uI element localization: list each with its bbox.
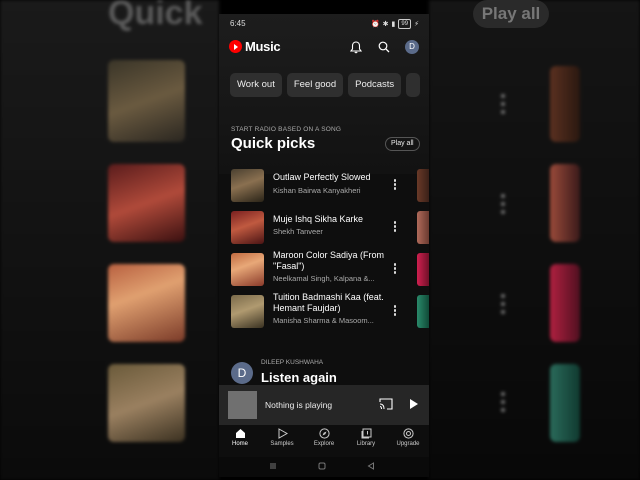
more-options-icon[interactable]	[391, 305, 399, 317]
background-thumb	[108, 364, 185, 442]
next-column-thumb	[417, 211, 429, 244]
background-play-all: Play all	[473, 0, 549, 28]
charging-icon: ⚡	[414, 21, 419, 28]
mini-player[interactable]: Nothing is playing	[219, 385, 429, 425]
background-thumb	[550, 66, 580, 142]
nav-label: Library	[356, 441, 376, 447]
quick-picks-subtitle: START RADIO BASED ON A SONG	[231, 126, 342, 133]
system-nav-bar	[219, 457, 429, 477]
song-row[interactable]: Outlaw Perfectly Slowed Kishan Bairwa Ka…	[219, 165, 429, 205]
song-thumbnail	[231, 169, 264, 202]
song-thumbnail	[231, 253, 264, 286]
cast-icon[interactable]	[379, 398, 393, 410]
background-thumb	[550, 264, 580, 342]
song-artist: Neelkamal Singh, Kalpana &...	[273, 274, 375, 283]
more-options-icon[interactable]	[391, 179, 399, 191]
listen-again-subtitle: DILEEP KUSHWAHA	[261, 359, 324, 366]
background-thumb	[550, 164, 580, 242]
chip-more[interactable]	[406, 73, 421, 97]
song-title: Outlaw Perfectly Slowed	[273, 172, 371, 182]
samples-icon	[278, 428, 288, 439]
search-icon	[378, 41, 390, 53]
back-icon[interactable]	[367, 462, 375, 470]
listen-again-title: Listen again	[261, 370, 337, 385]
chip-podcasts[interactable]: Podcasts	[348, 73, 402, 97]
status-icons: ⏰ ✱ ▮ 99 ⚡	[371, 19, 419, 29]
nav-label: Explore	[313, 441, 335, 447]
background-thumb	[108, 60, 185, 142]
nav-explore[interactable]: Explore	[303, 428, 345, 447]
song-artist: Manisha Sharma & Masoom...	[273, 316, 374, 325]
background-right	[429, 0, 640, 480]
background-left: Quick	[0, 0, 219, 480]
background-more-icon	[501, 294, 505, 318]
bluetooth-icon: ✱	[382, 21, 389, 28]
mini-player-thumbnail	[228, 391, 257, 419]
youtube-music-logo-icon	[229, 40, 242, 53]
song-thumbnail	[231, 211, 264, 244]
more-options-icon[interactable]	[391, 263, 399, 275]
signal-icon: ▮	[391, 21, 396, 28]
background-more-icon	[501, 392, 505, 416]
mini-player-status: Nothing is playing	[265, 400, 333, 410]
play-all-button[interactable]: Play all	[385, 137, 420, 151]
song-row[interactable]: Muje Ishq Sikha Karke Shekh Tanveer	[219, 207, 429, 247]
background-heading: Quick	[108, 0, 203, 32]
nav-samples[interactable]: Samples	[261, 428, 303, 447]
song-row[interactable]: Tuition Badmashi Kaa (feat. Hemant Faujd…	[219, 291, 429, 331]
recents-icon[interactable]	[269, 462, 277, 470]
background-more-icon	[501, 194, 505, 218]
notifications-button[interactable]	[348, 39, 364, 55]
mood-chips: Work out Feel good Podcasts	[230, 73, 421, 97]
chip-feel-good[interactable]: Feel good	[286, 73, 344, 97]
song-artist: Shekh Tanveer	[273, 227, 323, 236]
background-thumb	[550, 364, 580, 442]
alarm-icon: ⏰	[370, 21, 380, 28]
nav-label: Home	[231, 441, 248, 447]
app-name: Music	[245, 39, 281, 54]
song-title: Muje Ishq Sikha Karke	[273, 214, 364, 224]
upgrade-icon	[402, 428, 414, 439]
account-avatar[interactable]: D	[405, 40, 419, 54]
library-icon	[361, 428, 371, 439]
song-title: Tuition Badmashi Kaa (feat. Hemant Faujd…	[273, 292, 384, 313]
background-thumb	[108, 264, 185, 342]
bell-icon	[350, 40, 362, 53]
song-row[interactable]: Maroon Color Sadiya (From "Fasal") Neelk…	[219, 249, 429, 289]
background-more-icon	[501, 94, 505, 118]
next-column-thumb	[417, 253, 429, 286]
status-time: 6:45	[230, 19, 246, 28]
app-logo[interactable]: Music	[229, 39, 281, 54]
song-artist: Kishan Bairwa Kanyakheri	[273, 186, 361, 195]
chip-work-out[interactable]: Work out	[230, 73, 282, 97]
status-bar: 6:45 ⏰ ✱ ▮ 99 ⚡	[219, 14, 429, 34]
more-options-icon[interactable]	[391, 221, 399, 233]
song-title: Maroon Color Sadiya (From "Fasal")	[273, 250, 385, 271]
phone-screen: 6:45 ⏰ ✱ ▮ 99 ⚡ Music D Work out Feel go…	[219, 14, 429, 477]
bottom-nav: Home Samples Explore Library Upgrade	[219, 425, 429, 457]
top-bar: Music D	[219, 36, 429, 58]
next-column-thumb	[417, 295, 429, 328]
song-thumbnail	[231, 295, 264, 328]
search-button[interactable]	[376, 39, 392, 55]
home-icon	[235, 429, 245, 438]
compass-icon	[318, 428, 330, 439]
nav-label: Upgrade	[396, 441, 420, 447]
home-system-icon[interactable]	[318, 462, 326, 470]
nav-upgrade[interactable]: Upgrade	[387, 428, 429, 447]
nav-label: Samples	[270, 441, 294, 447]
next-column-thumb	[417, 169, 429, 202]
background-thumb	[108, 164, 185, 242]
quick-picks-title: Quick picks	[231, 135, 316, 152]
listen-again-avatar[interactable]: D	[231, 362, 253, 384]
nav-home[interactable]: Home	[219, 428, 261, 447]
battery-icon: 99	[398, 19, 412, 29]
play-icon[interactable]	[410, 399, 418, 409]
nav-library[interactable]: Library	[345, 428, 387, 447]
